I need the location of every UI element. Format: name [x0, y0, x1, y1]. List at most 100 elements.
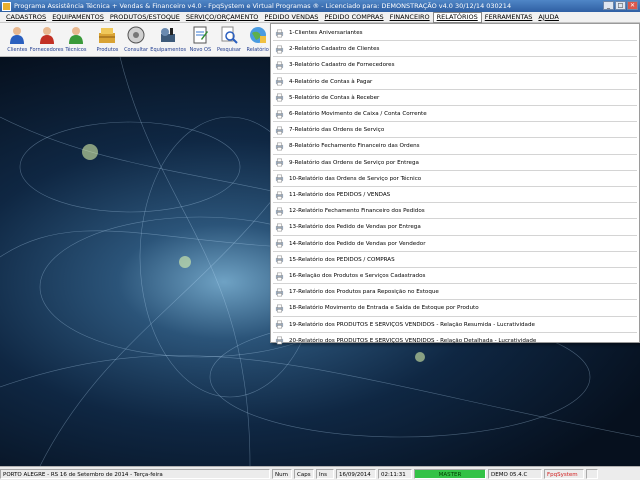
toolbar-button-label: Técnicos	[65, 47, 87, 53]
maximize-button[interactable]: □	[615, 1, 626, 10]
toolbar-novo-os-button[interactable]: Novo OS	[186, 23, 215, 56]
report-menu-item-label: 9-Relatório das Ordens de Serviço por En…	[289, 159, 419, 166]
report-menu-item-label: 20-Relatório dos PRODUTOS E SERVIÇOS VEN…	[289, 337, 537, 344]
menu-servi-o-or-amento[interactable]: SERVIÇO/ORÇAMENTO	[183, 12, 262, 23]
report-menu-item-13[interactable]: 13-Relatório dos Pedido de Vendas por En…	[271, 219, 639, 235]
report-menu-item-label: 12-Relatório Fechamento Financeiro dos P…	[289, 208, 425, 215]
report-menu-item-label: 19-Relatório dos PRODUTOS E SERVIÇOS VEN…	[289, 321, 535, 328]
report-menu-item-label: 13-Relatório dos Pedido de Vendas por En…	[289, 224, 421, 231]
report-menu-item-label: 3-Relatório Cadastro de Fornecedores	[289, 62, 395, 69]
menu-pedido-vendas[interactable]: PEDIDO VENDAS	[261, 12, 321, 23]
report-menu-item-2[interactable]: 2-Relatório Cadastro de Clientes	[271, 41, 639, 57]
report-menu-item-label: 16-Relação dos Produtos e Serviços Cadas…	[289, 273, 426, 279]
menu-equipamentos[interactable]: EQUIPAMENTOS	[49, 12, 107, 23]
menu-ajuda[interactable]: AJUDA	[535, 12, 561, 23]
report-menu-item-7[interactable]: 7-Relatório das Ordens de Serviço	[271, 122, 639, 138]
report-menu-item-label: 18-Relatório Movimento de Entrada e Saíd…	[289, 305, 479, 312]
toolbar-button-label: Equipamentos	[150, 47, 187, 53]
report-printer-icon	[275, 158, 284, 167]
report-menu-item-label: 2-Relatório Cadastro de Clientes	[289, 46, 380, 53]
report-printer-icon	[275, 223, 284, 232]
menu-ferramentas[interactable]: FERRAMENTAS	[482, 12, 536, 23]
report-printer-icon	[275, 110, 284, 119]
report-menu-item-11[interactable]: 11-Relatório dos PEDIDOS / VENDAS	[271, 187, 639, 203]
status-time: 02:11:31	[378, 468, 412, 479]
minimize-button[interactable]: _	[603, 1, 614, 10]
report-menu-item-10[interactable]: 10-Relatório das Ordens de Serviço por T…	[271, 171, 639, 187]
report-printer-icon	[275, 255, 284, 264]
report-printer-icon	[275, 207, 284, 216]
report-globe-icon	[248, 25, 268, 45]
toolbar-clientes-button[interactable]: Clientes	[3, 23, 32, 56]
window-title: Programa Assistência Técnica + Vendas & …	[14, 2, 512, 10]
status-date: 16/09/2014	[336, 468, 376, 479]
resize-grip-icon[interactable]	[586, 468, 598, 479]
disc-icon	[126, 25, 146, 45]
report-menu-item-18[interactable]: 18-Relatório Movimento de Entrada e Saíd…	[271, 300, 639, 316]
report-menu-item-14[interactable]: 14-Relatório dos Pedido de Vendas por Ve…	[271, 236, 639, 252]
report-menu-item-5[interactable]: 5-Relatório de Contas à Receber	[271, 90, 639, 106]
equipment-icon	[158, 25, 178, 45]
report-printer-icon	[275, 320, 284, 329]
menu-bar: CADASTROS EQUIPAMENTOS PRODUTOS/ESTOQUE SER…	[0, 11, 640, 23]
status-location-date: PORTO ALEGRE - RS 16 de Setembro de 2014…	[0, 468, 270, 479]
close-button[interactable]: ✕	[627, 1, 638, 10]
title-bar: Programa Assistência Técnica + Vendas & …	[0, 0, 640, 12]
user-red-icon	[37, 25, 57, 45]
menu-produtos-estoque[interactable]: PRODUTOS/ESTOQUE	[107, 12, 183, 23]
menu-cadastros[interactable]: CADASTROS	[3, 12, 49, 23]
reports-dropdown-menu: 1-Clientes Aniversariantes 2-Relatório Ca…	[270, 23, 640, 345]
toolbar-equipamentos-button[interactable]: Equipamentos	[150, 23, 187, 56]
status-caps: Caps	[294, 468, 314, 479]
report-menu-item-4[interactable]: 4-Relatório de Contas à Pagar	[271, 74, 639, 90]
report-menu-item-8[interactable]: 8-Relatório Fechamento Financeiro das Or…	[271, 138, 639, 154]
status-bar: PORTO ALEGRE - RS 16 de Setembro de 2014…	[0, 466, 640, 480]
report-menu-item-15[interactable]: 15-Relatório dos PEDIDOS / COMPRAS	[271, 252, 639, 268]
toolbar-produtos-button[interactable]: Produtos	[93, 23, 122, 56]
new-order-icon	[190, 25, 210, 45]
window-controls: _ □ ✕	[603, 1, 638, 10]
report-menu-item-label: 6-Relatório Movimento de Caixa / Conta C…	[289, 111, 427, 117]
report-printer-icon	[275, 77, 284, 86]
report-menu-item-9[interactable]: 9-Relatório das Ordens de Serviço por En…	[271, 155, 639, 171]
status-version: DEMO 05.4.C	[488, 468, 542, 479]
report-printer-icon	[275, 142, 284, 151]
products-box-icon	[97, 25, 117, 45]
toolbar: Clientes Fornecedores Técnicos Produtos Cons…	[0, 23, 272, 57]
report-menu-item-label: 4-Relatório de Contas à Pagar	[289, 78, 373, 85]
report-printer-icon	[275, 272, 284, 281]
toolbar-pesquisar-button[interactable]: Pesquisar	[215, 23, 244, 56]
toolbar-fornecedores-button[interactable]: Fornecedores	[29, 23, 64, 56]
report-menu-item-1[interactable]: 1-Clientes Aniversariantes	[271, 25, 639, 41]
menu-pedido-compras[interactable]: PEDIDO COMPRAS	[321, 12, 386, 23]
report-menu-item-label: 14-Relatório dos Pedido de Vendas por Ve…	[289, 240, 426, 247]
report-menu-item-label: 8-Relatório Fechamento Financeiro das Or…	[289, 143, 420, 150]
report-menu-item-label: 10-Relatório das Ordens de Serviço por T…	[289, 175, 422, 182]
report-printer-icon	[275, 304, 284, 313]
report-menu-item-3[interactable]: 3-Relatório Cadastro de Fornecedores	[271, 57, 639, 73]
toolbar-t-cnicos-button[interactable]: Técnicos	[62, 23, 91, 56]
report-menu-item-16[interactable]: 16-Relação dos Produtos e Serviços Cadas…	[271, 268, 639, 284]
report-menu-item-label: 11-Relatório dos PEDIDOS / VENDAS	[289, 192, 391, 198]
menu-financeiro[interactable]: FINANCEIRO	[387, 12, 433, 23]
toolbar-button-label: Consultar	[124, 47, 149, 53]
status-user: MASTER	[414, 468, 486, 479]
toolbar-button-label: Fornecedores	[29, 47, 64, 53]
report-printer-icon	[275, 93, 284, 102]
toolbar-button-label: Produtos	[96, 47, 119, 53]
report-menu-item-19[interactable]: 19-Relatório dos PRODUTOS E SERVIÇOS VEN…	[271, 317, 639, 333]
report-printer-icon	[275, 174, 284, 183]
report-printer-icon	[275, 29, 284, 38]
report-menu-item-12[interactable]: 12-Relatório Fechamento Financeiro dos P…	[271, 203, 639, 219]
toolbar-relat-rio-button[interactable]: Relatório	[243, 23, 272, 56]
report-menu-item-20[interactable]: 20-Relatório dos PRODUTOS E SERVIÇOS VEN…	[271, 333, 639, 349]
report-menu-item-6[interactable]: 6-Relatório Movimento de Caixa / Conta C…	[271, 106, 639, 122]
report-menu-item-17[interactable]: 17-Relatório dos Produtos para Reposição…	[271, 284, 639, 300]
report-printer-icon	[275, 288, 284, 297]
report-menu-item-label: 5-Relatório de Contas à Receber	[289, 94, 380, 101]
report-printer-icon	[275, 191, 284, 200]
toolbar-consultar-button[interactable]: Consultar	[122, 23, 151, 56]
menu-relat-rios[interactable]: RELATÓRIOS	[432, 11, 482, 23]
toolbar-button-label: Clientes	[7, 47, 28, 53]
toolbar-button-label: Relatório	[246, 47, 269, 53]
